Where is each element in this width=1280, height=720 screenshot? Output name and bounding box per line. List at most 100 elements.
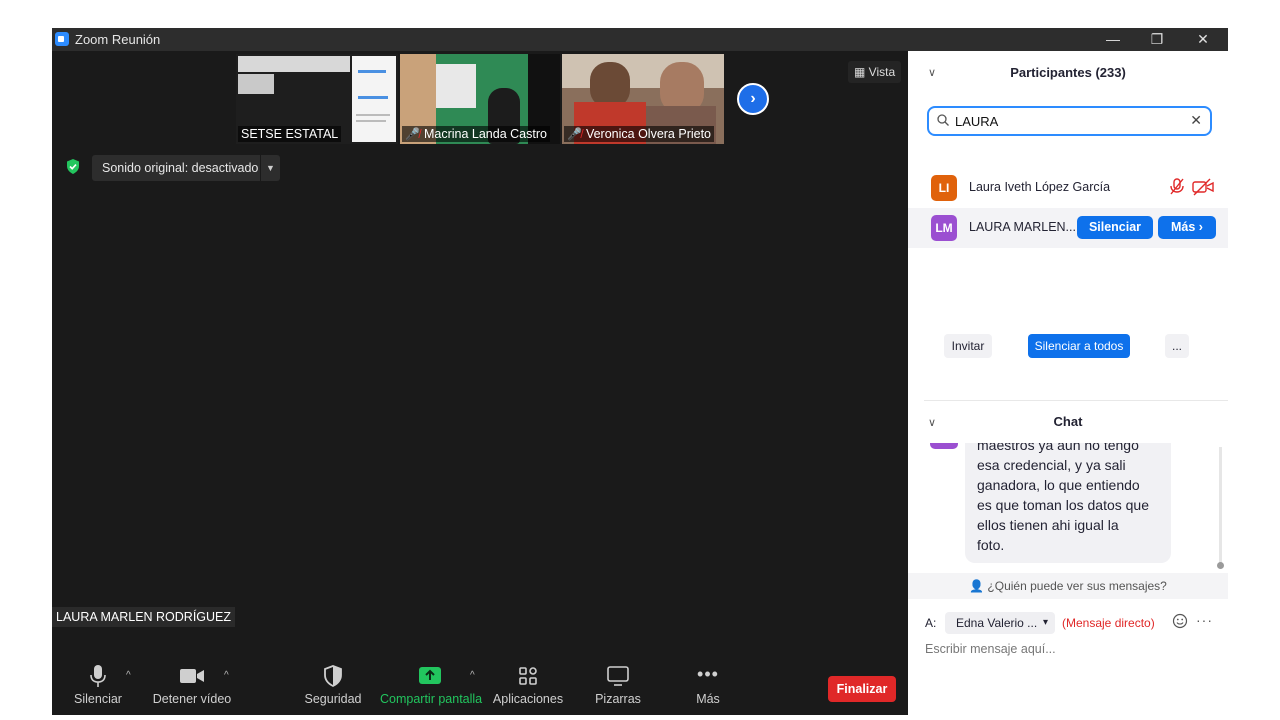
- search-icon: [937, 114, 949, 126]
- more-button[interactable]: ••• Más: [688, 664, 728, 706]
- original-sound-button[interactable]: Sonido original: desactivado: [92, 155, 269, 181]
- mute-button[interactable]: Silenciar: [72, 664, 124, 706]
- video-off-icon: [1192, 178, 1214, 196]
- chat-message-bubble: maestros ya aun no tengo esa credencial,…: [965, 443, 1171, 563]
- restore-button[interactable]: ❐: [1134, 28, 1180, 51]
- participant-search-input[interactable]: LAURA ✕: [927, 106, 1212, 136]
- video-thumbnail[interactable]: 🎤̸ Macrina Landa Castro: [400, 54, 560, 144]
- chat-message-line: ellos tienen ahi igual la: [977, 517, 1119, 533]
- video-background: [436, 64, 476, 108]
- search-value: LAURA: [955, 114, 999, 129]
- recipient-value: Edna Valerio ...: [956, 616, 1038, 630]
- whiteboards-button[interactable]: Pizarras: [592, 664, 644, 706]
- participants-header: ∨ Participantes (233): [908, 51, 1228, 95]
- recipient-select[interactable]: Edna Valerio ... ▾: [945, 612, 1055, 634]
- whiteboard-icon: [607, 666, 629, 686]
- direct-message-label: (Mensaje directo): [1062, 616, 1155, 630]
- minimize-button[interactable]: —: [1090, 28, 1136, 51]
- mute-all-button[interactable]: Silenciar a todos: [1028, 334, 1130, 358]
- who-can-see-label: ¿Quién puede ver sus mensajes?: [987, 579, 1167, 593]
- mute-participant-button[interactable]: Silenciar: [1077, 216, 1153, 239]
- video-thumbnail[interactable]: 🎤̸ Veronica Olvera Prieto: [562, 54, 724, 144]
- participant-row-name: LAURA MARLEN...: [969, 220, 1076, 234]
- encryption-shield-icon[interactable]: [66, 159, 80, 174]
- apps-label: Aplicaciones: [492, 692, 564, 706]
- zoom-window: Zoom Reunión — ❐ ✕ SETSE ESTATAL 🎤̸ Macri…: [52, 28, 1228, 715]
- mute-options-icon[interactable]: ^: [126, 670, 131, 681]
- avatar: LI: [931, 175, 957, 201]
- chat-recipient-row: A: Edna Valerio ... ▾ (Mensaje directo) …: [908, 609, 1228, 637]
- video-thumbnail[interactable]: SETSE ESTATAL: [236, 54, 398, 144]
- clear-search-icon[interactable]: ✕: [1190, 112, 1202, 129]
- video-area: SETSE ESTATAL 🎤̸ Macrina Landa Castro 🎤̸ V…: [52, 51, 908, 715]
- apps-button[interactable]: Aplicaciones: [492, 664, 564, 706]
- chat-message-line: esa credencial, y ya sali: [977, 457, 1126, 473]
- chat-header: ∨ Chat: [908, 401, 1228, 443]
- more-participant-options-button[interactable]: Más ›: [1158, 216, 1216, 239]
- stop-video-button[interactable]: Detener vídeo: [152, 664, 232, 706]
- participant-name: SETSE ESTATAL: [238, 126, 342, 142]
- participant-label: 🎤̸ Veronica Olvera Prieto: [564, 126, 715, 142]
- next-page-button[interactable]: ›: [737, 83, 769, 115]
- share-screen-button[interactable]: Compartir pantalla: [380, 664, 482, 706]
- more-label: Más: [696, 692, 720, 706]
- chat-messages[interactable]: maestros ya aun no tengo esa credencial,…: [908, 443, 1228, 572]
- chat-more-icon[interactable]: ···: [1196, 612, 1213, 628]
- ellipsis-icon: •••: [697, 664, 719, 684]
- participant-row-name: Laura Iveth López García: [969, 180, 1111, 194]
- whiteboards-label: Pizarras: [595, 692, 641, 706]
- shared-screen-preview: [238, 74, 274, 94]
- shared-document-preview: [352, 56, 396, 142]
- apps-icon: [519, 667, 537, 685]
- sound-dropdown-icon[interactable]: ▼: [260, 155, 280, 181]
- chat-message-line: es que toman los datos que: [977, 497, 1150, 513]
- mute-label: Silenciar: [74, 692, 122, 706]
- participant-name: Veronica Olvera Prieto: [585, 127, 712, 141]
- security-label: Seguridad: [304, 692, 362, 706]
- chat-scrollbar-thumb[interactable]: [1217, 562, 1224, 569]
- window-title: Zoom Reunión: [75, 32, 161, 47]
- recipient-label: A:: [925, 616, 937, 630]
- chevron-down-icon[interactable]: ∨: [928, 401, 936, 445]
- participant-row[interactable]: LM LAURA MARLEN... Silenciar Más ›: [908, 208, 1228, 248]
- share-screen-icon: [419, 667, 441, 684]
- chat-compose-input[interactable]: Escribir mensaje aquí...: [925, 642, 1056, 656]
- share-options-icon[interactable]: ^: [470, 670, 475, 681]
- security-button[interactable]: Seguridad: [304, 664, 362, 706]
- participant-name: Macrina Landa Castro: [423, 127, 547, 141]
- chevron-down-icon: ▾: [1042, 617, 1048, 628]
- mic-muted-icon: [1169, 178, 1184, 195]
- chat-message-line: maestros ya aun no tengo: [977, 443, 1139, 453]
- emoji-icon[interactable]: [1172, 613, 1188, 629]
- active-speaker-name: LAURA MARLEN RODRÍGUEZ: [52, 607, 236, 627]
- side-panel: ∨ Participantes (233) LAURA ✕ LI Laura I…: [908, 51, 1228, 692]
- zoom-logo-icon: [55, 32, 69, 46]
- shared-screen-preview: [238, 56, 350, 72]
- title-bar: Zoom Reunión — ❐ ✕: [52, 28, 1228, 51]
- mic-muted-icon: 🎤̸: [567, 127, 582, 141]
- who-can-see-link[interactable]: 👤 ¿Quién puede ver sus mensajes?: [908, 573, 1228, 599]
- microphone-icon: [90, 665, 106, 687]
- security-shield-icon: [324, 665, 342, 688]
- close-button[interactable]: ✕: [1180, 28, 1226, 51]
- chat-message-line: ganadora, lo que entiendo: [977, 477, 1140, 493]
- mic-muted-icon: 🎤̸: [405, 127, 420, 141]
- avatar: [930, 443, 958, 449]
- view-button[interactable]: ▦ Vista: [848, 61, 902, 83]
- person-info-icon: 👤: [969, 579, 985, 593]
- participants-more-button[interactable]: ...: [1165, 334, 1189, 358]
- participant-status-icons: [1169, 178, 1214, 199]
- video-options-icon[interactable]: ^: [224, 670, 229, 681]
- end-meeting-button[interactable]: Finalizar: [828, 676, 896, 702]
- video-camera-icon: [180, 669, 204, 683]
- view-label: Vista: [868, 65, 896, 79]
- chevron-down-icon[interactable]: ∨: [928, 51, 936, 95]
- chat-scrollbar[interactable]: [1219, 447, 1222, 565]
- meeting-toolbar: Silenciar ^ Detener vídeo ^ Seguridad Co…: [52, 658, 908, 715]
- participants-title: Participantes (233): [1010, 65, 1126, 80]
- chat-title: Chat: [1053, 414, 1083, 429]
- avatar: LM: [931, 215, 957, 241]
- participant-row[interactable]: LI Laura Iveth López García: [908, 168, 1228, 208]
- stop-video-label: Detener vídeo: [152, 692, 232, 706]
- invite-button[interactable]: Invitar: [944, 334, 992, 358]
